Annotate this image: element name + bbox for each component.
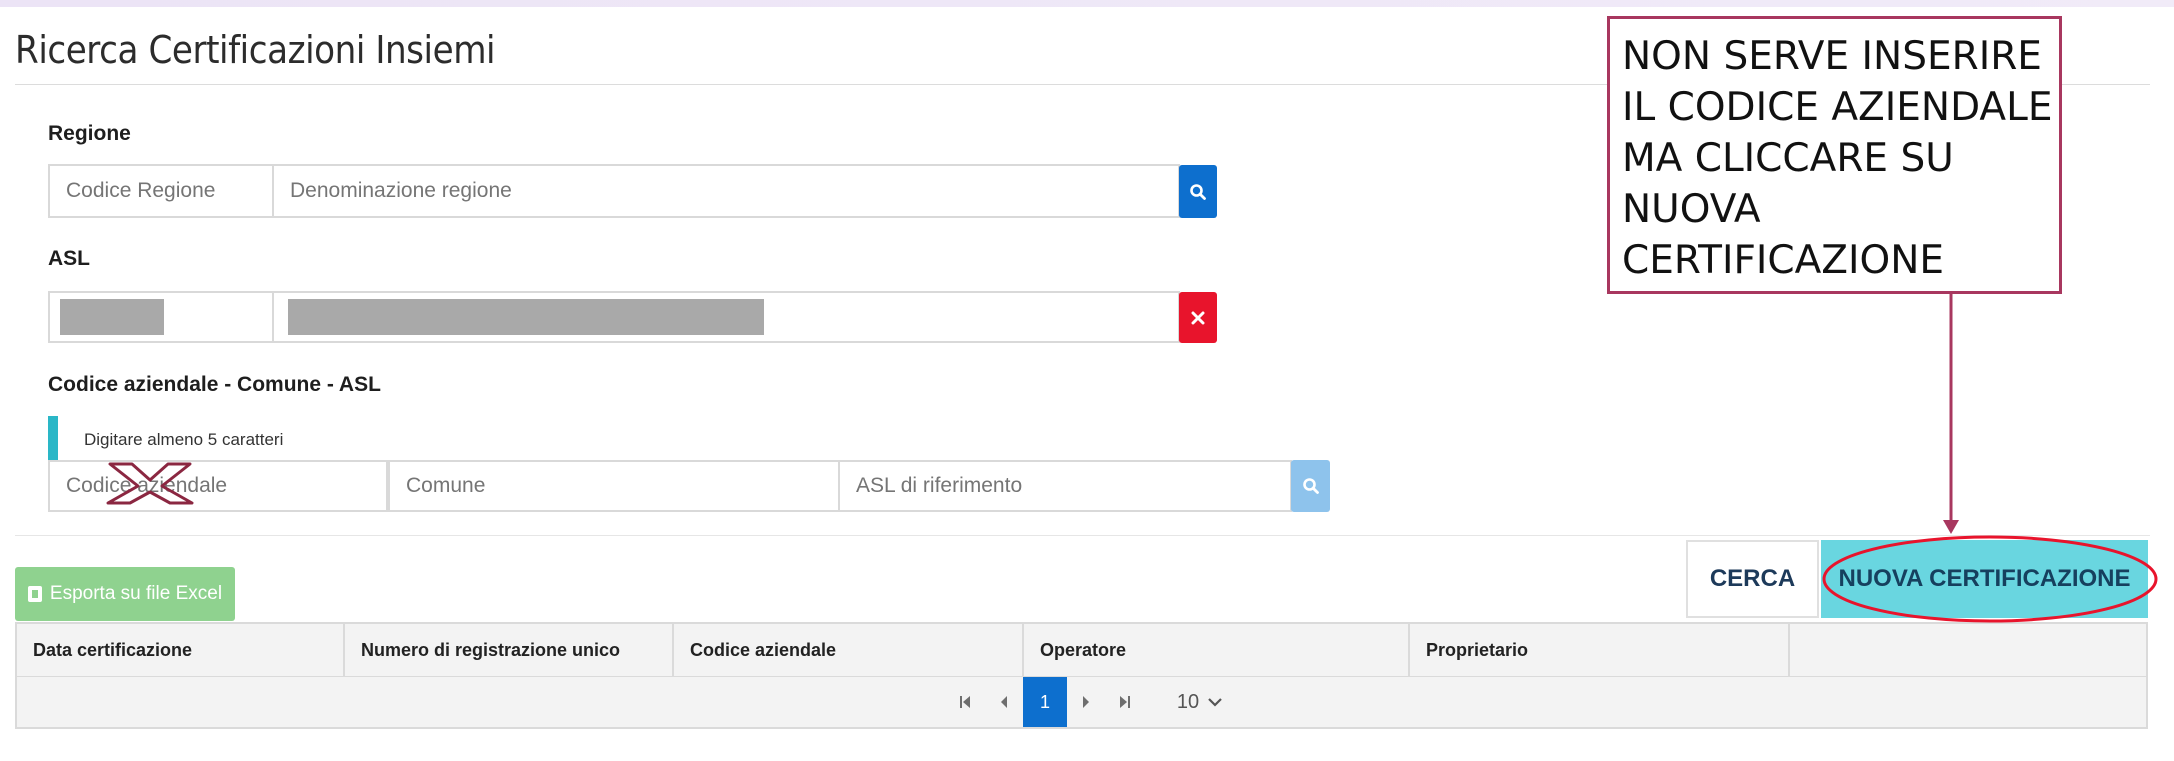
chevron-down-icon (1208, 698, 1222, 707)
hint-text: Digitare almeno 5 caratteri (84, 430, 284, 449)
chevron-right-icon (1083, 696, 1089, 708)
search-icon (1190, 183, 1206, 200)
asl-label: ASL (48, 247, 90, 270)
column-header[interactable]: Proprietario (1410, 624, 1790, 676)
current-page-button[interactable]: 1 (1023, 677, 1067, 727)
redacted-asl-name (288, 299, 764, 335)
regione-label: Regione (48, 122, 131, 145)
asl-name-field[interactable] (274, 291, 1180, 343)
asl-riferimento-input[interactable] (838, 460, 1292, 512)
annotation-line: NUOVA (1622, 187, 1761, 232)
denominazione-regione-input[interactable] (274, 164, 1180, 218)
column-header (1790, 624, 2146, 676)
export-excel-label: Esporta su file Excel (49, 583, 223, 604)
annotation-line: IL CODICE AZIENDALE (1622, 85, 2053, 130)
regione-search-button[interactable] (1179, 165, 1217, 218)
page-size-value: 10 (1176, 690, 1200, 713)
search-icon (1302, 478, 1319, 494)
codice-search-button[interactable] (1291, 460, 1330, 512)
codice-aziendale-input[interactable] (48, 460, 388, 512)
search-button[interactable]: CERCA (1686, 540, 1819, 618)
annotation-arrow-head (1943, 520, 1959, 534)
comune-input[interactable] (388, 460, 840, 512)
hint-indicator (48, 416, 58, 460)
first-page-icon (960, 696, 970, 708)
next-page-button[interactable] (1067, 677, 1105, 727)
chevron-left-icon (1001, 696, 1007, 708)
annotation-line: NON SERVE INSERIRE (1622, 34, 2042, 79)
last-page-button[interactable] (1105, 677, 1145, 727)
export-excel-button[interactable]: Esporta su file Excel (15, 567, 235, 621)
new-certification-button[interactable]: NUOVA CERTIFICAZIONE (1821, 540, 2148, 618)
close-icon (1191, 311, 1205, 324)
annotation-callout: NON SERVE INSERIRE IL CODICE AZIENDALE M… (1607, 16, 2062, 294)
asl-code-field[interactable] (48, 291, 274, 343)
column-header[interactable]: Codice aziendale (674, 624, 1024, 676)
form-divider (15, 535, 2150, 536)
page-size-select[interactable]: 10 (1165, 677, 1235, 727)
asl-clear-button[interactable] (1179, 292, 1217, 343)
results-table-header: Data certificazione Numero di registrazi… (15, 622, 2148, 678)
page-title: Ricerca Certificazioni Insiemi (15, 28, 496, 72)
column-header[interactable]: Data certificazione (17, 624, 345, 676)
codice-aziendale-label: Codice aziendale - Comune - ASL (48, 373, 381, 396)
column-header[interactable]: Numero di registrazione unico (345, 624, 674, 676)
annotation-line: CERTIFICAZIONE (1622, 238, 1945, 283)
annotation-line: MA CLICCARE SU (1622, 136, 1954, 181)
last-page-icon (1120, 696, 1130, 708)
top-accent-bar (0, 0, 2174, 7)
first-page-button[interactable] (945, 677, 985, 727)
codice-regione-input[interactable] (48, 164, 274, 218)
excel-file-icon (27, 586, 42, 602)
column-header[interactable]: Operatore (1024, 624, 1410, 676)
pagination-bar: 1 10 (15, 677, 2148, 729)
redacted-asl-code (60, 299, 164, 335)
prev-page-button[interactable] (985, 677, 1023, 727)
